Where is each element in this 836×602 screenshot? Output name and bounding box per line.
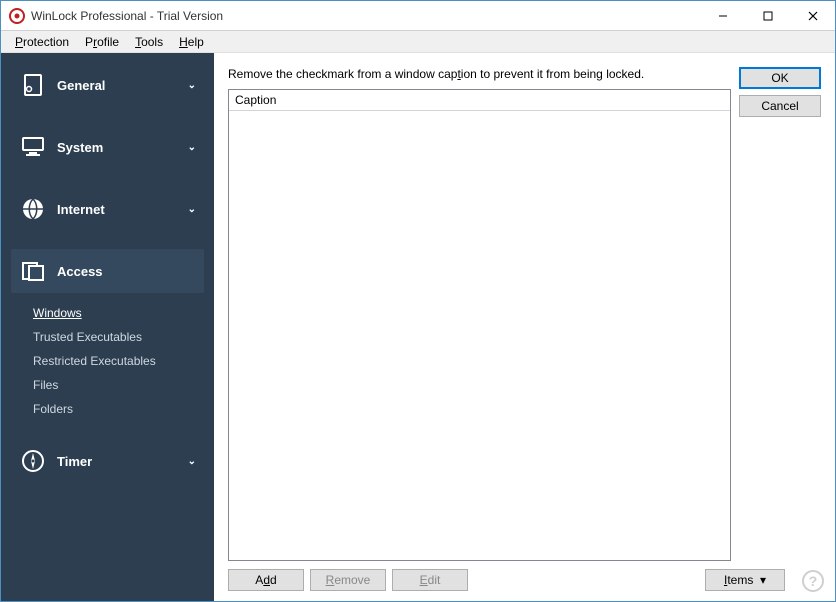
add-button[interactable]: Add	[228, 569, 304, 591]
caption-listbox[interactable]: Caption	[228, 89, 731, 561]
cancel-button[interactable]: Cancel	[739, 95, 821, 117]
chevron-down-icon: ⌄	[188, 80, 196, 91]
sidebar: General ⌄ System ⌄ Internet ⌄ Access Win…	[1, 53, 214, 601]
sidebar-cat-timer[interactable]: Timer ⌄	[11, 439, 204, 483]
menubar: Protection Profile Tools Help	[1, 31, 835, 53]
sidebar-cat-label: Timer	[57, 454, 92, 469]
computer-icon	[19, 133, 47, 161]
sidebar-item-trusted-exe[interactable]: Trusted Executables	[33, 325, 204, 349]
sidebar-cat-access[interactable]: Access	[11, 249, 204, 293]
minimize-button[interactable]	[700, 2, 745, 30]
main-panel: Remove the checkmark from a window capti…	[214, 53, 835, 601]
instruction-text: Remove the checkmark from a window capti…	[228, 67, 731, 81]
list-column-header[interactable]: Caption	[229, 90, 730, 111]
window-title: WinLock Professional - Trial Version	[31, 9, 223, 23]
sidebar-item-files[interactable]: Files	[33, 373, 204, 397]
globe-icon	[19, 195, 47, 223]
sidebar-cat-general[interactable]: General ⌄	[11, 63, 204, 107]
svg-text:?: ?	[809, 573, 818, 589]
titlebar: WinLock Professional - Trial Version	[1, 1, 835, 31]
sidebar-cat-label: System	[57, 140, 103, 155]
close-button[interactable]	[790, 2, 835, 30]
maximize-button[interactable]	[745, 2, 790, 30]
sidebar-cat-label: Access	[57, 264, 103, 279]
bottom-toolbar: Add Remove Edit Items ▾	[228, 569, 821, 591]
remove-button[interactable]: Remove	[310, 569, 386, 591]
sidebar-cat-system[interactable]: System ⌄	[11, 125, 204, 169]
ok-button[interactable]: OK	[739, 67, 821, 89]
menu-tools[interactable]: Tools	[127, 33, 171, 51]
menu-help[interactable]: Help	[171, 33, 212, 51]
chevron-down-icon: ⌄	[188, 142, 196, 153]
compass-icon	[19, 447, 47, 475]
monitor-icon	[19, 71, 47, 99]
app-icon	[9, 8, 25, 24]
chevron-down-icon: ⌄	[188, 456, 196, 467]
help-icon[interactable]: ?	[801, 569, 825, 593]
sidebar-cat-internet[interactable]: Internet ⌄	[11, 187, 204, 231]
sidebar-item-restricted-exe[interactable]: Restricted Executables	[33, 349, 204, 373]
sidebar-cat-label: General	[57, 78, 105, 93]
chevron-down-icon: ⌄	[188, 204, 196, 215]
sidebar-cat-label: Internet	[57, 202, 105, 217]
folders-icon	[19, 257, 47, 285]
menu-profile[interactable]: Profile	[77, 33, 127, 51]
sidebar-item-folders[interactable]: Folders	[33, 397, 204, 421]
items-dropdown-button[interactable]: Items ▾	[705, 569, 785, 591]
sidebar-item-windows[interactable]: Windows	[33, 301, 204, 325]
edit-button[interactable]: Edit	[392, 569, 468, 591]
menu-protection[interactable]: Protection	[7, 33, 77, 51]
sidebar-subitems-access: Windows Trusted Executables Restricted E…	[11, 301, 204, 421]
